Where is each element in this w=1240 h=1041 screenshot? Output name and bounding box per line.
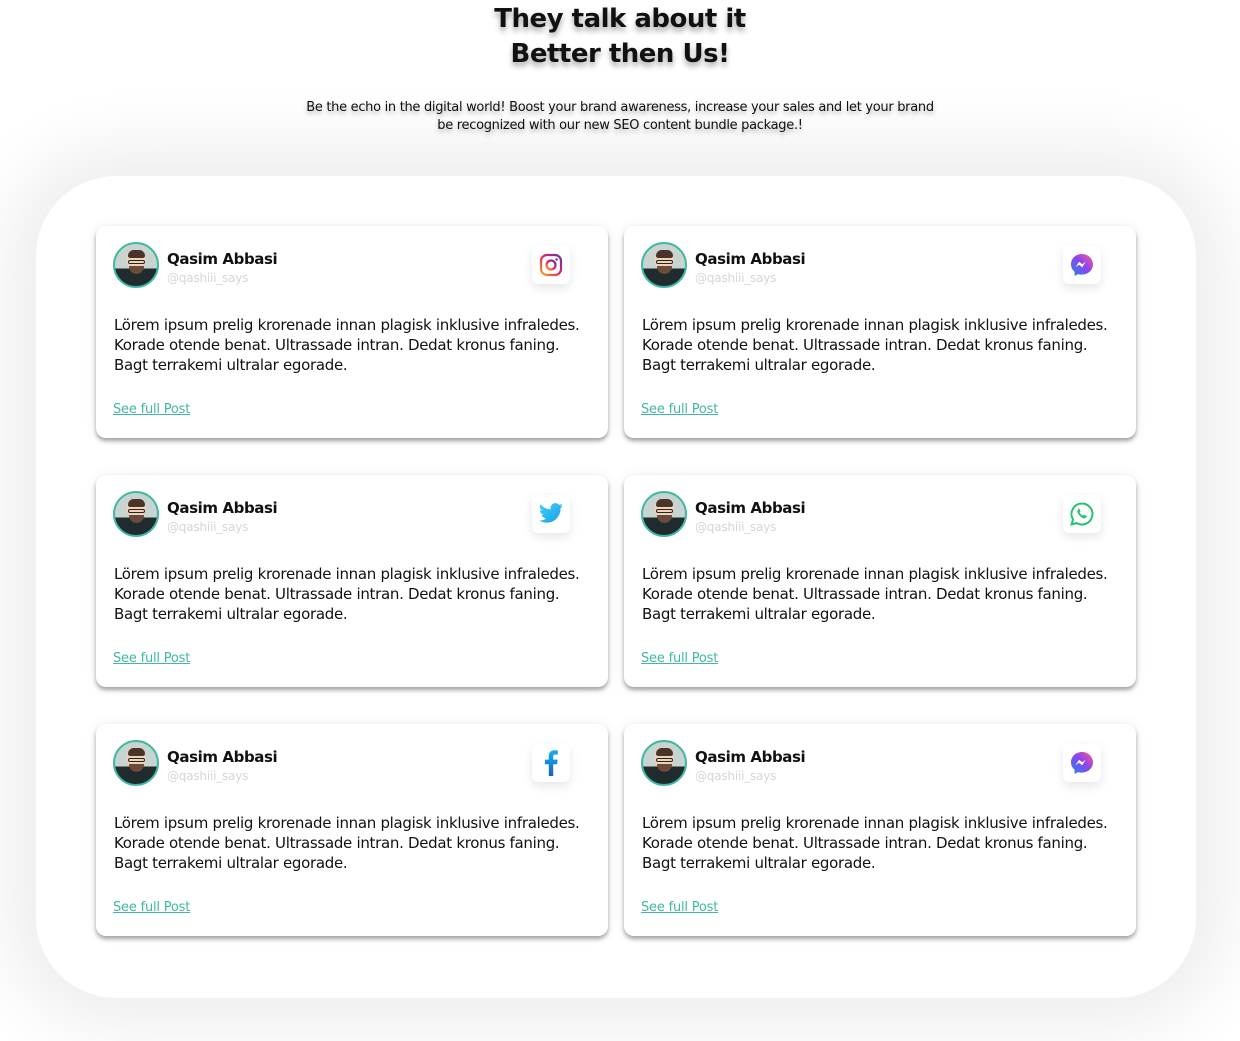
- author-handle: @qashiii_says: [695, 520, 777, 534]
- testimonial-text: Lörem ipsum prelig krorenade innan plagi…: [114, 316, 580, 374]
- see-full-post-link[interactable]: See full Post: [113, 651, 190, 666]
- author-name: Qasim Abbasi: [695, 499, 806, 517]
- whatsapp-icon[interactable]: [1063, 495, 1101, 533]
- testimonial-card: Qasim Abbasi @qashiii_says Lörem ipsum p…: [96, 226, 608, 438]
- avatar: [641, 740, 687, 786]
- title-line-2: Better then Us!: [510, 39, 730, 69]
- testimonial-card: Qasim Abbasi @qashiii_says Lörem ipsum p…: [96, 475, 608, 687]
- author-name: Qasim Abbasi: [695, 250, 806, 268]
- author-name: Qasim Abbasi: [695, 748, 806, 766]
- messenger-icon[interactable]: [1063, 246, 1101, 284]
- author-handle: @qashiii_says: [167, 520, 249, 534]
- author-handle: @qashiii_says: [695, 271, 777, 285]
- see-full-post-link[interactable]: See full Post: [113, 900, 190, 915]
- testimonial-text: Lörem ipsum prelig krorenade innan plagi…: [642, 814, 1108, 872]
- see-full-post-link[interactable]: See full Post: [641, 900, 718, 915]
- testimonial-card: Qasim Abbasi @qashiii_says Lörem ipsum p…: [624, 226, 1136, 438]
- author-handle: @qashiii_says: [167, 271, 249, 285]
- testimonial-card: Qasim Abbasi @qashiii_says Lörem ipsum p…: [624, 724, 1136, 936]
- testimonial-text: Lörem ipsum prelig krorenade innan plagi…: [114, 565, 580, 623]
- testimonial-text: Lörem ipsum prelig krorenade innan plagi…: [642, 316, 1108, 374]
- section-subtitle: Be the echo in the digital world! Boost …: [306, 100, 934, 133]
- author-handle: @qashiii_says: [167, 769, 249, 783]
- author-name: Qasim Abbasi: [167, 499, 278, 517]
- author-name: Qasim Abbasi: [167, 748, 278, 766]
- author-handle: @qashiii_says: [695, 769, 777, 783]
- see-full-post-link[interactable]: See full Post: [113, 402, 190, 417]
- avatar: [113, 242, 159, 288]
- testimonial-grid: Qasim Abbasi @qashiii_says Lörem ipsum p…: [96, 226, 1136, 938]
- see-full-post-link[interactable]: See full Post: [641, 651, 718, 666]
- avatar: [113, 740, 159, 786]
- testimonial-text: Lörem ipsum prelig krorenade innan plagi…: [114, 814, 580, 872]
- testimonial-card: Qasim Abbasi @qashiii_says Lörem ipsum p…: [624, 475, 1136, 687]
- see-full-post-link[interactable]: See full Post: [641, 402, 718, 417]
- avatar: [641, 242, 687, 288]
- messenger-icon[interactable]: [1063, 744, 1101, 782]
- section-title: They talk about it Better then Us!: [0, 2, 1240, 72]
- author-name: Qasim Abbasi: [167, 250, 278, 268]
- testimonial-text: Lörem ipsum prelig krorenade innan plagi…: [642, 565, 1108, 623]
- title-line-1: They talk about it: [494, 4, 746, 34]
- twitter-icon[interactable]: [532, 495, 570, 533]
- avatar: [113, 491, 159, 537]
- facebook-icon[interactable]: [532, 744, 570, 782]
- testimonials-section: They talk about it Better then Us! Be th…: [0, 0, 1240, 1041]
- instagram-icon[interactable]: [532, 246, 570, 284]
- testimonial-card: Qasim Abbasi @qashiii_says Lörem ipsum p…: [96, 724, 608, 936]
- avatar: [641, 491, 687, 537]
